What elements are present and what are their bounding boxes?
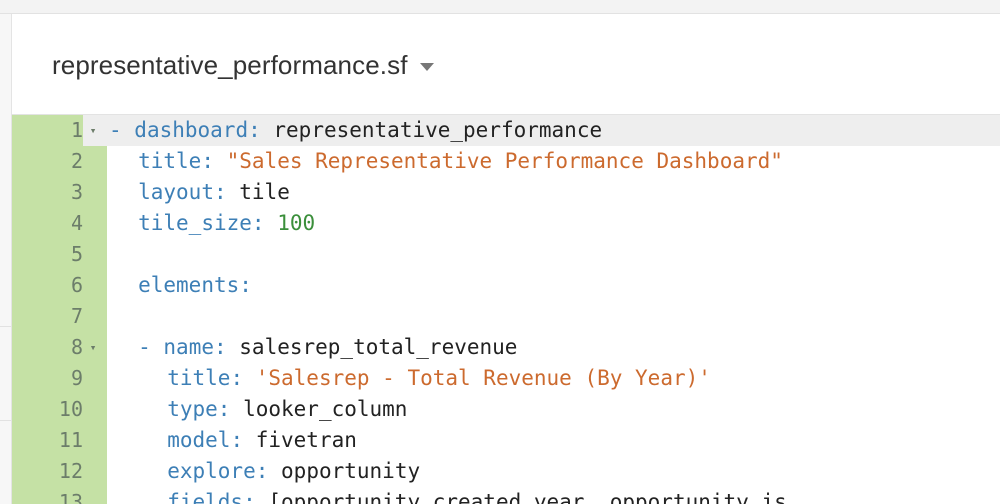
code-line[interactable]: 12 explore: opportunity xyxy=(12,456,1000,487)
yaml-value: fivetran xyxy=(255,428,357,452)
code-line[interactable]: 2 title: "Sales Representative Performanc… xyxy=(12,146,1000,177)
code-line[interactable]: 6 elements: xyxy=(12,270,1000,301)
code-line[interactable]: 3 layout: tile xyxy=(12,177,1000,208)
yaml-value: tile xyxy=(239,180,290,204)
line-number: 13 xyxy=(12,487,83,504)
code-line[interactable]: 1 ▾ - dashboard: representative_performanc… xyxy=(12,115,1000,146)
yaml-key: title xyxy=(138,149,202,173)
code-line[interactable]: 4 tile_size: 100 xyxy=(12,208,1000,239)
yaml-key: elements xyxy=(138,273,240,297)
line-number: 1 xyxy=(12,115,83,146)
code-line[interactable]: 11 model: fivetran xyxy=(12,425,1000,456)
file-menu-chevron-down-icon[interactable] xyxy=(419,62,434,71)
yaml-value: opportunity xyxy=(281,459,421,483)
code-line[interactable]: 8 ▾ - name: salesrep_total_revenue xyxy=(12,332,1000,363)
yaml-colon: : xyxy=(201,149,227,173)
code-text: tile_size: 100 xyxy=(109,208,315,239)
yaml-key: fields xyxy=(167,490,244,504)
list-dash: - xyxy=(138,335,164,359)
yaml-colon: : xyxy=(251,211,278,235)
yaml-colon: : xyxy=(230,428,256,452)
line-number: 3 xyxy=(12,177,83,208)
yaml-key: model xyxy=(167,428,231,452)
code-text: fields: [opportunity.created_year, oppor… xyxy=(109,487,787,504)
yaml-key: tile_size xyxy=(138,211,252,235)
yaml-value: "Sales Representative Performance Dashbo… xyxy=(226,149,783,173)
yaml-colon: : xyxy=(217,397,244,421)
yaml-colon: : xyxy=(239,273,252,297)
line-number: 5 xyxy=(12,239,83,270)
yaml-colon: : xyxy=(230,366,256,390)
yaml-colon: : xyxy=(243,490,269,504)
yaml-key: type xyxy=(167,397,218,421)
list-dash: - xyxy=(109,118,135,142)
yaml-key: dashboard xyxy=(134,118,249,142)
line-number: 2 xyxy=(12,146,83,177)
code-text: - name: salesrep_total_revenue xyxy=(109,332,517,363)
yaml-value: salesrep_total_revenue xyxy=(239,335,518,359)
yaml-value: representative_performance xyxy=(273,118,603,142)
code-text: layout: tile xyxy=(109,177,290,208)
code-text: title: 'Salesrep - Total Revenue (By Yea… xyxy=(109,363,711,394)
file-name-label: representative_performance.sf xyxy=(52,50,408,80)
fold-toggle-icon[interactable]: ▾ xyxy=(86,332,100,363)
code-text: title: "Sales Representative Performance… xyxy=(109,146,783,177)
yaml-value: looker_column xyxy=(243,397,408,421)
yaml-colon: : xyxy=(213,335,240,359)
line-number: 9 xyxy=(12,363,83,394)
fold-toggle-icon[interactable]: ▾ xyxy=(86,115,100,146)
file-title[interactable]: representative_performance.sf xyxy=(52,50,434,81)
code-line[interactable]: 7 xyxy=(12,301,1000,332)
code-line[interactable]: 9 title: 'Salesrep - Total Revenue (By Ye… xyxy=(12,363,1000,394)
line-number: 4 xyxy=(12,208,83,239)
top-toolbar-strip xyxy=(0,0,1000,14)
yaml-value: 100 xyxy=(277,211,316,235)
code-text: type: looker_column xyxy=(109,394,407,425)
left-sidebar-edge xyxy=(0,14,12,504)
code-editor[interactable]: 1 ▾ - dashboard: representative_performanc… xyxy=(12,115,1000,504)
code-text: explore: opportunity xyxy=(109,456,420,487)
line-number: 12 xyxy=(12,456,83,487)
yaml-value: [opportunity.created_year, opportunity.i… xyxy=(268,490,787,504)
yaml-key: layout xyxy=(138,180,214,204)
line-number: 11 xyxy=(12,425,83,456)
line-number: 10 xyxy=(12,394,83,425)
line-number: 6 xyxy=(12,270,83,301)
yaml-value: 'Salesrep - Total Revenue (By Year)' xyxy=(255,366,711,390)
line-number: 7 xyxy=(12,301,83,332)
code-text: - dashboard: representative_performance xyxy=(109,115,602,146)
yaml-colon: : xyxy=(248,118,274,142)
code-line[interactable]: 13 fields: [opportunity.created_year, opp… xyxy=(12,487,1000,504)
code-text: model: fivetran xyxy=(109,425,357,456)
line-number: 8 xyxy=(12,332,83,363)
file-header: representative_performance.sf xyxy=(12,14,1000,115)
yaml-key: name xyxy=(163,335,214,359)
code-line[interactable]: 10 type: looker_column xyxy=(12,394,1000,425)
code-line[interactable]: 5 xyxy=(12,239,1000,270)
yaml-colon: : xyxy=(213,180,240,204)
code-text: elements: xyxy=(109,270,252,301)
yaml-colon: : xyxy=(255,459,282,483)
yaml-key: explore xyxy=(167,459,256,483)
yaml-key: title xyxy=(167,366,231,390)
